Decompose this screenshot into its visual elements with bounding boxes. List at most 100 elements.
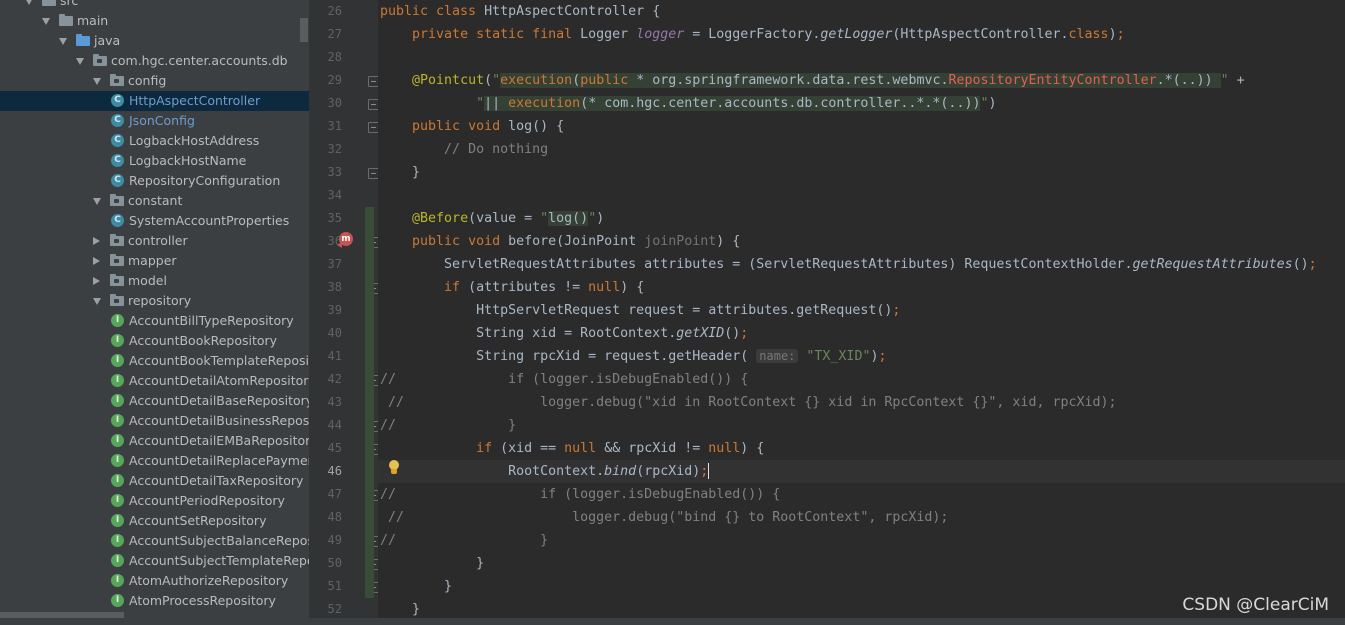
project-tree-panel[interactable]: src main java com.hgc.center.accounts.db con… [0, 0, 309, 625]
code-line[interactable]: private static final Logger logger = Log… [380, 23, 1125, 46]
line-number[interactable]: 50 [309, 556, 342, 570]
tree-item[interactable]: I AccountDetailBaseRepository [0, 391, 309, 411]
intention-lightbulb-icon[interactable] [388, 460, 400, 476]
line-number[interactable]: 33 [309, 165, 342, 179]
line-number[interactable]: 35 [309, 211, 342, 225]
code-line[interactable]: // logger.debug("bind {} to RootContext"… [380, 506, 948, 529]
override-method-marker-icon[interactable]: m [337, 231, 355, 249]
code-line[interactable]: "|| execution(* com.hgc.center.accounts.… [380, 92, 997, 115]
code-line[interactable]: // } [380, 414, 516, 437]
tree-item[interactable]: I AccountBookRepository [0, 331, 309, 351]
tree-item[interactable]: I AccountSubjectTemplateRepos [0, 551, 309, 571]
expand-arrow-down-icon[interactable] [93, 78, 101, 85]
tree-item[interactable]: C JsonConfig [0, 111, 309, 131]
code-line[interactable]: public class HttpAspectController { [380, 0, 660, 23]
vcs-change-marker[interactable] [365, 207, 374, 598]
line-number[interactable]: 39 [309, 303, 342, 317]
line-number[interactable]: 51 [309, 579, 342, 593]
line-number[interactable]: 46 [309, 464, 342, 478]
code-line[interactable]: HttpServletRequest request = attributes.… [380, 299, 900, 322]
code-line[interactable]: } [380, 552, 484, 575]
code-line[interactable]: if (xid == null && rpcXid != null) { [380, 437, 764, 460]
tree-item-label: constant [128, 193, 183, 208]
expand-arrow-down-icon[interactable] [76, 58, 84, 65]
line-number[interactable]: 41 [309, 349, 342, 363]
collapse-arrow-right-icon[interactable] [93, 277, 100, 285]
code-line[interactable]: ServletRequestAttributes attributes = (S… [380, 253, 1317, 276]
tree-item[interactable]: java [0, 31, 309, 51]
line-number[interactable]: 48 [309, 510, 342, 524]
tree-item-label: model [128, 273, 167, 288]
tree-item[interactable]: C LogbackHostName [0, 151, 309, 171]
line-number[interactable]: 27 [309, 27, 342, 41]
tree-item[interactable]: main [0, 11, 309, 31]
code-line[interactable]: @Before(value = "log()") [380, 207, 604, 230]
code-line[interactable]: RootContext.bind(rpcXid); [380, 460, 710, 483]
line-number[interactable]: 49 [309, 533, 342, 547]
tree-item[interactable]: config [0, 71, 309, 91]
line-number[interactable]: 42 [309, 372, 342, 386]
line-number[interactable]: 40 [309, 326, 342, 340]
line-number[interactable]: 31 [309, 119, 342, 133]
line-number[interactable]: 26 [309, 4, 342, 18]
class-icon: C [111, 94, 124, 107]
line-number[interactable]: 43 [309, 395, 342, 409]
tree-item[interactable]: mapper [0, 251, 309, 271]
tree-vertical-scrollbar[interactable] [300, 18, 308, 42]
tree-item[interactable]: repository [0, 291, 309, 311]
line-number[interactable]: 37 [309, 257, 342, 271]
expand-arrow-down-icon[interactable] [42, 18, 50, 25]
tree-item[interactable]: C RepositoryConfiguration [0, 171, 309, 191]
line-number[interactable]: 38 [309, 280, 342, 294]
tree-item[interactable]: I AccountBillTypeRepository [0, 311, 309, 331]
code-line[interactable]: } [380, 575, 452, 598]
collapse-arrow-right-icon[interactable] [93, 237, 100, 245]
line-number[interactable]: 52 [309, 602, 342, 616]
code-line[interactable]: String xid = RootContext.getXID(); [380, 322, 748, 345]
code-line[interactable]: // if (logger.isDebugEnabled()) { [380, 483, 780, 506]
code-line[interactable]: // if (logger.isDebugEnabled()) { [380, 368, 748, 391]
tree-item[interactable]: I AtomAuthorizeRepository [0, 571, 309, 591]
code-line[interactable]: if (attributes != null) { [380, 276, 644, 299]
collapse-arrow-right-icon[interactable] [93, 257, 100, 265]
tree-item[interactable]: C LogbackHostAddress [0, 131, 309, 151]
code-line[interactable]: // Do nothing [380, 138, 548, 161]
tree-item[interactable]: com.hgc.center.accounts.db [0, 51, 309, 71]
tree-item[interactable]: constant [0, 191, 309, 211]
code-line[interactable]: @Pointcut("execution(public * org.spring… [380, 69, 1245, 92]
line-number[interactable]: 44 [309, 418, 342, 432]
tree-item[interactable]: I AccountPeriodRepository [0, 491, 309, 511]
expand-arrow-down-icon[interactable] [93, 198, 101, 205]
code-line[interactable]: public void before(JoinPoint joinPoint) … [380, 230, 740, 253]
code-line[interactable]: // logger.debug("xid in RootContext {} x… [380, 391, 1117, 414]
tree-item[interactable]: I AccountBookTemplateReposit [0, 351, 309, 371]
tree-item[interactable]: I AccountDetailEMBaRepository [0, 431, 309, 451]
tree-item[interactable]: C HttpAspectController [0, 91, 309, 111]
tree-item[interactable]: controller [0, 231, 309, 251]
line-number[interactable]: 28 [309, 50, 342, 64]
tree-item[interactable]: I AccountDetailAtomRepository [0, 371, 309, 391]
expand-arrow-down-icon[interactable] [93, 298, 101, 305]
line-number[interactable]: 29 [309, 73, 342, 87]
line-number[interactable]: 47 [309, 487, 342, 501]
tree-item[interactable]: model [0, 271, 309, 291]
tree-item[interactable]: I AccountSetRepository [0, 511, 309, 531]
expand-arrow-down-icon[interactable] [59, 38, 67, 45]
code-editor[interactable]: public class HttpAspectController { priv… [378, 0, 1345, 625]
line-number[interactable]: 32 [309, 142, 342, 156]
tree-item[interactable]: src [0, 0, 309, 11]
code-line[interactable]: public void log() { [380, 115, 564, 138]
tree-item[interactable]: I AtomProcessRepository [0, 591, 309, 611]
line-number[interactable]: 30 [309, 96, 342, 110]
tree-item[interactable]: I AccountDetailTaxRepository [0, 471, 309, 491]
code-line[interactable]: String rpcXid = request.getHeader( name:… [380, 345, 886, 368]
tree-item[interactable]: I AccountDetailReplacePaymentI [0, 451, 309, 471]
code-line[interactable]: // } [380, 529, 548, 552]
line-number[interactable]: 34 [309, 188, 342, 202]
line-number[interactable]: 45 [309, 441, 342, 455]
code-line[interactable]: } [380, 161, 420, 184]
tree-item[interactable]: I AccountSubjectBalanceReposit [0, 531, 309, 551]
expand-arrow-down-icon[interactable] [25, 0, 33, 5]
tree-item[interactable]: I AccountDetailBusinessReposito [0, 411, 309, 431]
tree-item[interactable]: C SystemAccountProperties [0, 211, 309, 231]
